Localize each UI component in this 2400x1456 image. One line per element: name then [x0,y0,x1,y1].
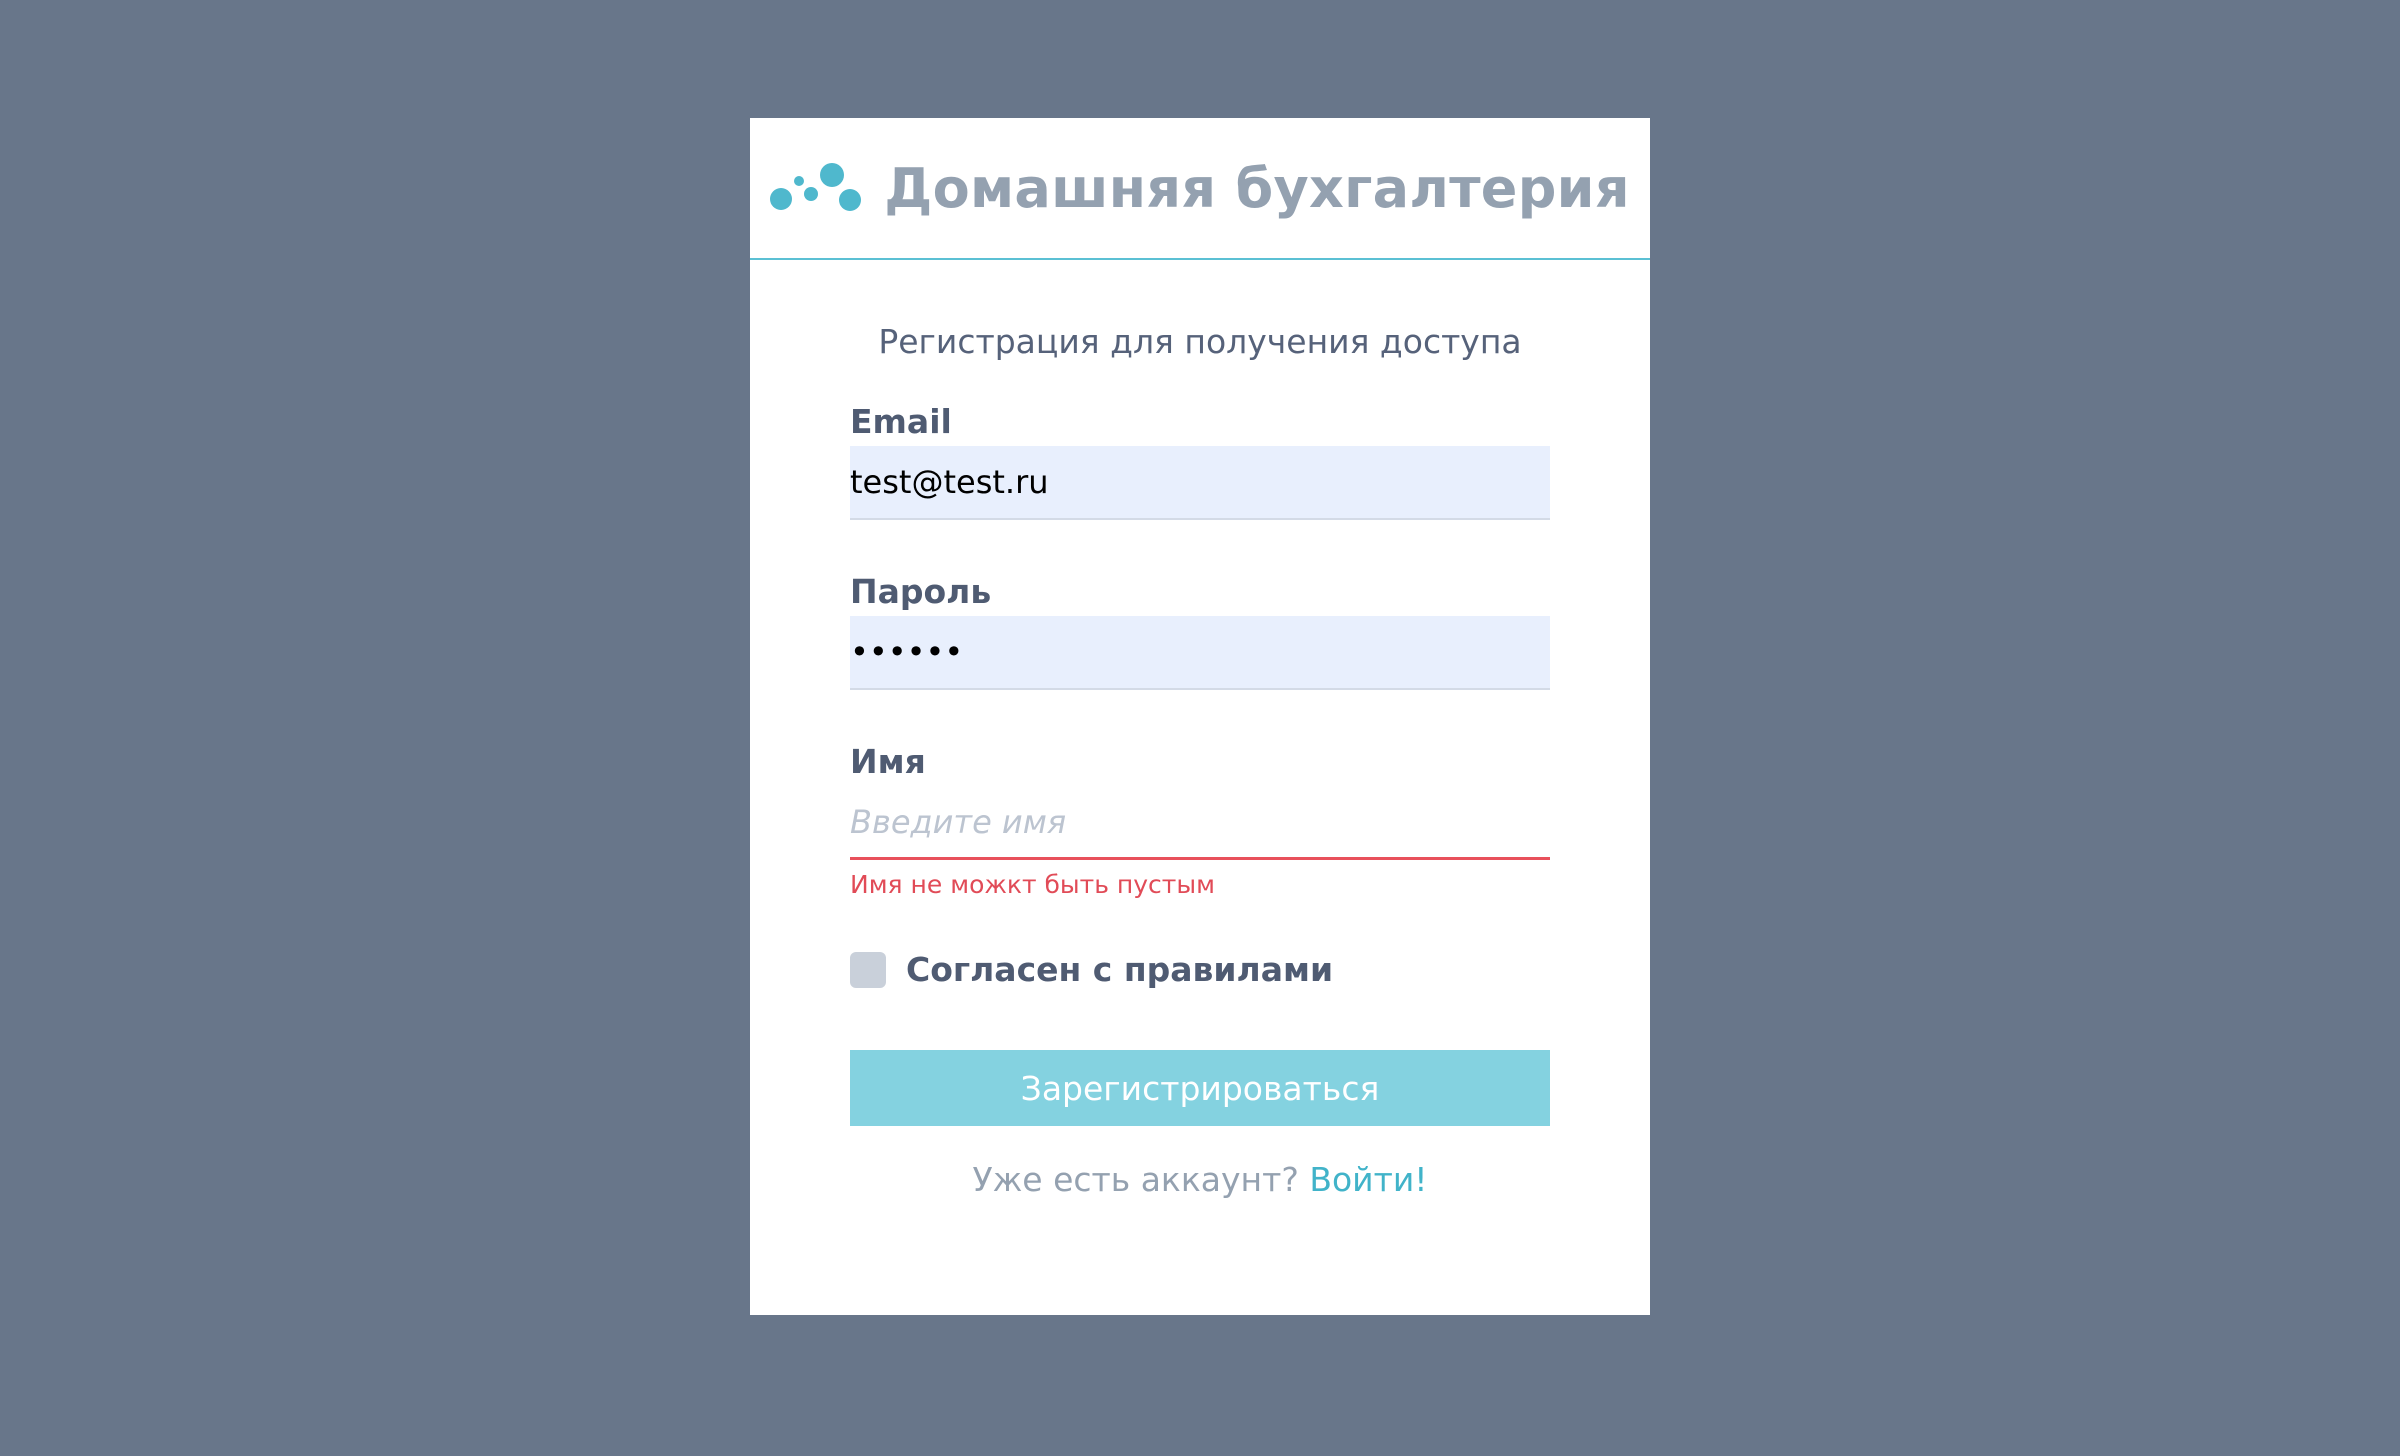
bubbles-logo-icon [770,163,862,211]
agree-checkbox-label: Согласен с правилами [906,950,1334,989]
password-field[interactable] [850,616,1550,690]
email-field[interactable] [850,446,1550,520]
app-title: Домашняя бухгалтерия [884,156,1630,220]
register-button[interactable]: Зарегистрироваться [850,1050,1550,1126]
password-label: Пароль [850,572,992,611]
login-prompt-text: Уже есть аккаунт? [972,1160,1299,1199]
form-subtitle: Регистрация для получения доступа [878,322,1522,361]
email-label: Email [850,402,952,441]
register-card: Домашняя бухгалтерия Регистрация для пол… [750,118,1650,1315]
name-error-message: Имя не можкт быть пустым [850,870,1215,899]
agree-checkbox-row[interactable]: Согласен с правилами [850,950,1333,989]
login-link[interactable]: Войти! [1309,1160,1427,1199]
agree-checkbox[interactable] [850,951,886,988]
card-header: Домашняя бухгалтерия [750,118,1650,260]
name-field[interactable] [850,786,1550,860]
name-label: Имя [850,742,926,781]
login-prompt-row: Уже есть аккаунт? Войти! [750,1160,1650,1199]
